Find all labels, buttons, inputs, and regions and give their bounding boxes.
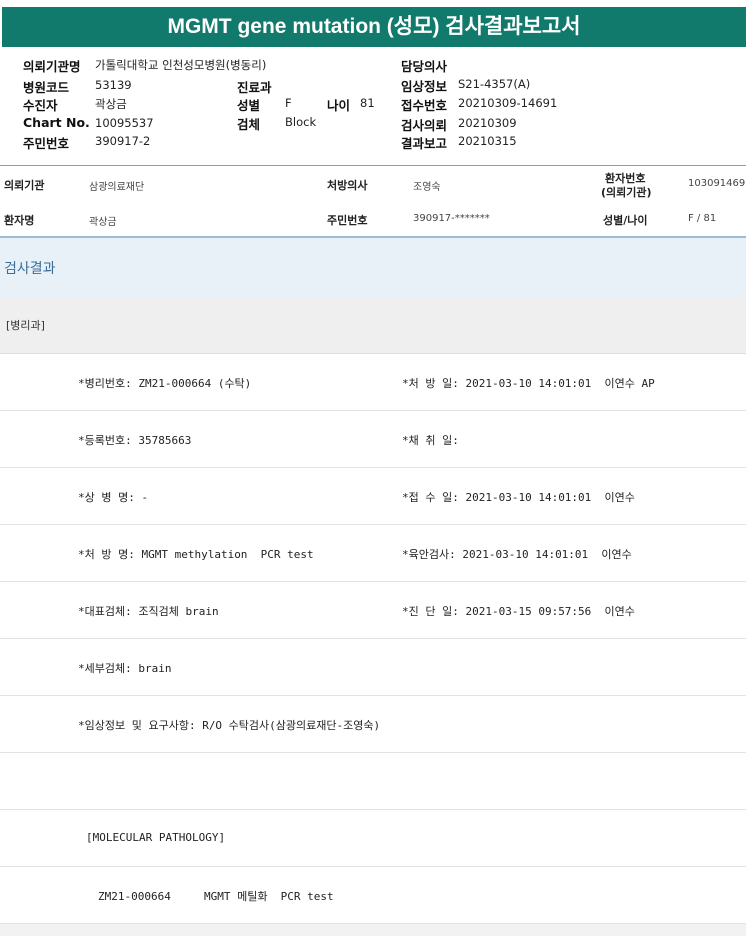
org-value: 삼광의료재단 [89,182,145,193]
report-header: 의뢰기관명 가톨릭대학교 인천성모병원(병동리) 병원코드 53139 진료과 … [0,47,746,165]
specimen-label: 검체 [237,117,261,132]
patient-info-table: 의뢰기관 삼광의료재단 처방의사 조영숙 환자번호 (의뢰기관) 1030914… [0,165,746,237]
result-section-title: 검사결과 [4,261,56,277]
chart-value: 10095537 [95,116,154,130]
result-row: *등록번호: 35785663 *채 취 일: [0,411,746,468]
molecular-line-row: ZM21-000664 MGMT 메틸화 PCR test [0,867,746,924]
receiver-value: 곽상금 [95,97,127,111]
chart-label: Chart No. [23,115,90,130]
result-row: *상 병 명: - *접 수 일: 2021-03-10 14:01:01 이연… [0,468,746,525]
org-label: 의뢰기관 [4,179,45,192]
result-left: *대표검체: 조직검체 brain [78,605,219,618]
hosp-code-label: 병원코드 [23,80,70,95]
prescriber-value: 조영숙 [413,182,441,193]
result-right: *채 취 일: [402,434,459,447]
result-left: *처 방 명: MGMT methylation PCR test [78,548,314,561]
rrn-masked-label: 주민번호 [327,214,368,227]
sex-label: 성별 [237,98,261,113]
department-label: [병리과] [6,319,45,332]
department-row: [병리과] [0,297,746,354]
result-left: *상 병 명: - [78,491,149,504]
sex-value: F [285,96,292,110]
result-left: *임상정보 및 요구사항: R/O 수탁검사(삼광의료재단-조영숙) [78,719,381,732]
age-value: 81 [360,96,375,110]
result-left: *병리번호: ZM21-000664 (수탁) [78,377,252,390]
molecular-header-row: [MOLECULAR PATHOLOGY] [0,810,746,867]
result-row: *처 방 명: MGMT methylation PCR test *육안검사:… [0,525,746,582]
prescriber-label: 처방의사 [327,179,368,192]
rrn-label: 주민번호 [23,136,70,151]
patient-no-value: 1030914691 [688,178,746,189]
result-right: *진 단 일: 2021-03-15 09:57:56 이연수 [402,605,635,618]
result-row: *세부검체: brain [0,639,746,696]
report-title: MGMT gene mutation (성모) 검사결과보고서 [2,7,746,47]
molecular-line: ZM21-000664 MGMT 메틸화 PCR test [98,890,334,903]
clinical-value: S21-4357(A) [458,77,531,91]
result-left: *등록번호: 35785663 [78,434,192,447]
rrn-masked-value: 390917-******* [413,213,490,224]
receiver-label: 수진자 [23,98,58,113]
result-row: *대표검체: 조직검체 brain *진 단 일: 2021-03-15 09:… [0,582,746,639]
hosp-code-value: 53139 [95,78,132,92]
dept-label: 진료과 [237,80,272,95]
patient-name-value: 곽상금 [89,217,117,228]
result-right: *접 수 일: 2021-03-10 14:01:01 이연수 [402,491,635,504]
doctor-label: 담당의사 [401,59,448,74]
sex-age-value: F / 81 [688,213,717,224]
specimen-value: Block [285,115,317,129]
request-value: 20210309 [458,116,517,130]
result-right: *육안검사: 2021-03-10 14:01:01 이연수 [402,548,632,561]
result-row-empty [0,753,746,810]
patient-no-label-sub: (의뢰기관) [601,186,652,199]
molecular-header: [MOLECULAR PATHOLOGY] [86,831,226,844]
age-label: 나이 [327,98,351,113]
result-row: *병리번호: ZM21-000664 (수탁) *처 방 일: 2021-03-… [0,354,746,411]
req-org-label: 의뢰기관명 [23,59,81,74]
patient-name-label: 환자명 [4,214,35,227]
rrn-value: 390917-2 [95,134,151,148]
sex-age-label: 성별/나이 [603,214,648,227]
accession-label: 접수번호 [401,98,448,113]
result-right: *처 방 일: 2021-03-10 14:01:01 이연수 AP [402,377,655,390]
req-org-value: 가톨릭대학교 인천성모병원(병동리) [95,58,267,72]
result-section-header: 검사결과 [0,236,746,298]
request-label: 검사의뢰 [401,118,448,133]
clinical-label: 임상정보 [401,79,448,94]
result-row: *임상정보 및 요구사항: R/O 수탁검사(삼광의료재단-조영숙) [0,696,746,753]
report-date-value: 20210315 [458,134,517,148]
accession-value: 20210309-14691 [458,96,558,110]
report-date-label: 결과보고 [401,136,448,151]
result-left: *세부검체: brain [78,662,172,675]
